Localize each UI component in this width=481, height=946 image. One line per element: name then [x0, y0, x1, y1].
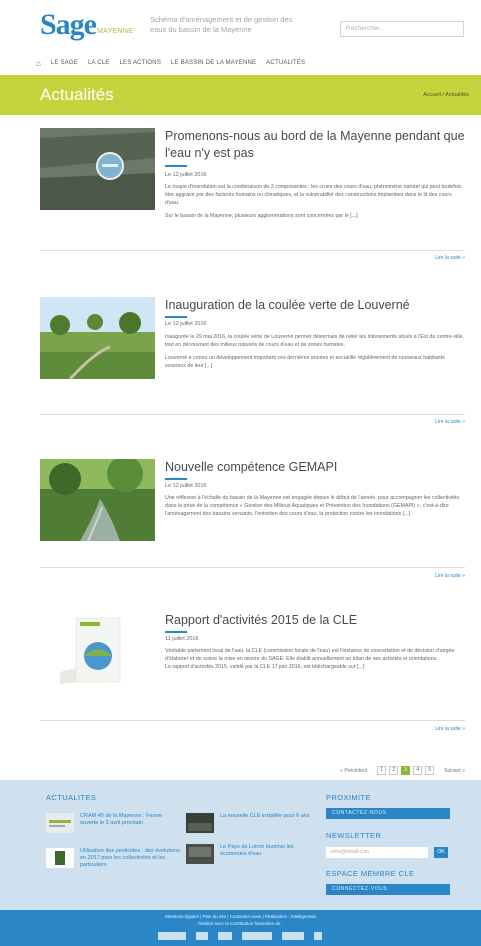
partner-logo[interactable] — [282, 932, 304, 940]
newsletter-email-input[interactable]: votre@email.com — [326, 847, 428, 858]
page-title-band: Actualités Accueil / Actualités — [0, 75, 481, 115]
logo-sage-text: Sage — [40, 8, 97, 41]
footer-news-thumbnail — [186, 844, 214, 864]
pager-page[interactable]: 4 — [413, 766, 423, 775]
partner-logos — [140, 930, 340, 942]
read-more-link[interactable]: Lire la suite » — [435, 726, 465, 732]
footer-proximite-heading: PROXIMITE — [326, 793, 371, 802]
title-underline — [165, 478, 187, 480]
footer-news-thumbnail — [46, 813, 74, 833]
title-underline — [165, 165, 187, 167]
article-title[interactable]: Promenons-nous au bord de la Mayenne pen… — [165, 128, 465, 162]
read-more-link[interactable]: Lire la suite » — [435, 573, 465, 579]
pager-page[interactable]: 5 — [425, 766, 435, 775]
article-title[interactable]: Nouvelle compétence GEMAPI — [165, 459, 465, 476]
logo-mayenne-text: MAYENNE — [97, 28, 134, 35]
article-item: Inauguration de la coulée verte de Louve… — [40, 297, 465, 407]
home-icon[interactable]: ⌂ — [36, 59, 41, 68]
footer-news-title[interactable]: CRAM 40 de la Mayenne : Ferme ouverte le… — [80, 813, 180, 827]
newsletter-ok-button[interactable]: OK — [434, 847, 448, 858]
article-thumbnail[interactable] — [40, 612, 155, 694]
breadcrumb[interactable]: Accueil / Actualités — [423, 92, 469, 98]
article-separator — [40, 414, 465, 415]
search-input[interactable]: Rechercher... — [340, 21, 464, 37]
partner-logo[interactable] — [242, 932, 272, 940]
footer-newsletter-heading: NEWSLETTER — [326, 831, 382, 840]
article-separator — [40, 567, 465, 568]
article-date: Le 12 juillet 2016 — [165, 321, 207, 327]
pagination: « Précédent 1 2 3 4 5 Suivant » — [340, 766, 465, 775]
nav-item-le-bassin[interactable]: LE BASSIN DE LA MAYENNE — [171, 60, 256, 66]
article-item: Rapport d'activités 2015 de la CLE 11 ju… — [40, 612, 465, 722]
site-header: Sage MAYENNE Schéma d'aménagement et de … — [0, 0, 481, 52]
nav-item-le-sage[interactable]: LE SAGE — [51, 60, 78, 66]
footer-funding-text: Réalisé avec la contribution financière … — [198, 921, 283, 926]
pager-next[interactable]: Suivant » — [444, 768, 465, 774]
read-more-link[interactable]: Lire la suite » — [435, 255, 465, 261]
title-underline — [165, 631, 187, 633]
footer-news-title[interactable]: La nouvelle CLE installée pour 6 ans — [220, 813, 320, 820]
page-title: Actualités — [40, 85, 114, 104]
article-separator — [40, 250, 465, 251]
partner-logo[interactable] — [158, 932, 186, 940]
article-item: Promenons-nous au bord de la Mayenne pen… — [40, 128, 465, 258]
article-excerpt: Véritable parlement local de l'eau, la C… — [165, 647, 465, 676]
article-date: Le 12 juillet 2016 — [165, 172, 207, 178]
footer-news-title[interactable]: Le Pays de Loiron favorise les économies… — [220, 844, 320, 858]
footer-news-title[interactable]: Utilisation des pesticides : des évoluti… — [80, 848, 180, 869]
article-thumbnail[interactable] — [40, 128, 155, 210]
footer-news-thumbnail — [186, 813, 214, 833]
nav-item-la-cle[interactable]: LA CLE — [88, 60, 110, 66]
site-footer: ACTUALITES CRAM 40 de la Mayenne : Ferme… — [0, 780, 481, 910]
partner-logo[interactable] — [218, 932, 232, 940]
article-date: 11 juillet 2016 — [165, 636, 199, 642]
nav-item-les-actions[interactable]: LES ACTIONS — [119, 60, 161, 66]
article-title[interactable]: Inauguration de la coulée verte de Louve… — [165, 297, 465, 314]
nav-item-actualites[interactable]: ACTUALITÉS — [266, 60, 305, 66]
article-paragraph: Sur le bassin de la Mayenne, plusieurs a… — [165, 213, 358, 219]
article-excerpt: Le risque d'inondation est la combinaiso… — [165, 183, 465, 225]
read-more-link[interactable]: Lire la suite » — [435, 419, 465, 425]
article-excerpt: Inaugurée le 29 mai 2016, la coulée vert… — [165, 333, 465, 375]
partner-logo[interactable] — [196, 932, 208, 940]
article-paragraph: Une réflexion à l'échelle du bassin de l… — [165, 495, 460, 517]
connect-button[interactable]: CONNECTEZ-VOUS — [326, 884, 450, 895]
site-tagline: Schéma d'aménagement et de gestion des e… — [150, 15, 293, 34]
pager-page[interactable]: 1 — [377, 766, 387, 775]
contact-button[interactable]: CONTACTEZ-NOUS — [326, 808, 450, 819]
pager-page-active[interactable]: 3 — [401, 766, 411, 775]
article-title[interactable]: Rapport d'activités 2015 de la CLE — [165, 612, 465, 629]
site-logo[interactable]: Sage MAYENNE — [40, 8, 134, 41]
article-paragraph: Inaugurée le 29 mai 2016, la coulée vert… — [165, 334, 464, 348]
article-separator — [40, 720, 465, 721]
footer-bottom-bar: Mentions légales | Plan du site | Contac… — [0, 910, 481, 946]
article-item: Nouvelle compétence GEMAPI Le 12 juillet… — [40, 459, 465, 569]
article-paragraph: Véritable parlement local de l'eau, la C… — [165, 648, 455, 662]
pager-prev[interactable]: « Précédent — [340, 768, 367, 774]
footer-member-heading: ESPACE MEMBRE CLE — [326, 869, 415, 878]
article-excerpt: Une réflexion à l'échelle du bassin de l… — [165, 494, 465, 523]
footer-news-heading: ACTUALITES — [46, 793, 97, 802]
footer-news-thumbnail — [46, 848, 74, 868]
title-underline — [165, 316, 187, 318]
article-thumbnail[interactable] — [40, 459, 155, 541]
footer-links[interactable]: Mentions légales | Plan du site | Contac… — [0, 914, 481, 919]
main-nav: ⌂ LE SAGE LA CLE LES ACTIONS LE BASSIN D… — [0, 54, 481, 72]
article-paragraph: Le rapport d'activités 2015, validé par … — [165, 664, 365, 670]
article-paragraph: Le risque d'inondation est la combinaiso… — [165, 184, 462, 206]
pager-page[interactable]: 2 — [389, 766, 399, 775]
partner-logo[interactable] — [314, 932, 322, 940]
article-date: Le 12 juillet 2016 — [165, 483, 207, 489]
article-paragraph: Louverné a connu un développement import… — [165, 355, 445, 369]
article-thumbnail[interactable] — [40, 297, 155, 379]
